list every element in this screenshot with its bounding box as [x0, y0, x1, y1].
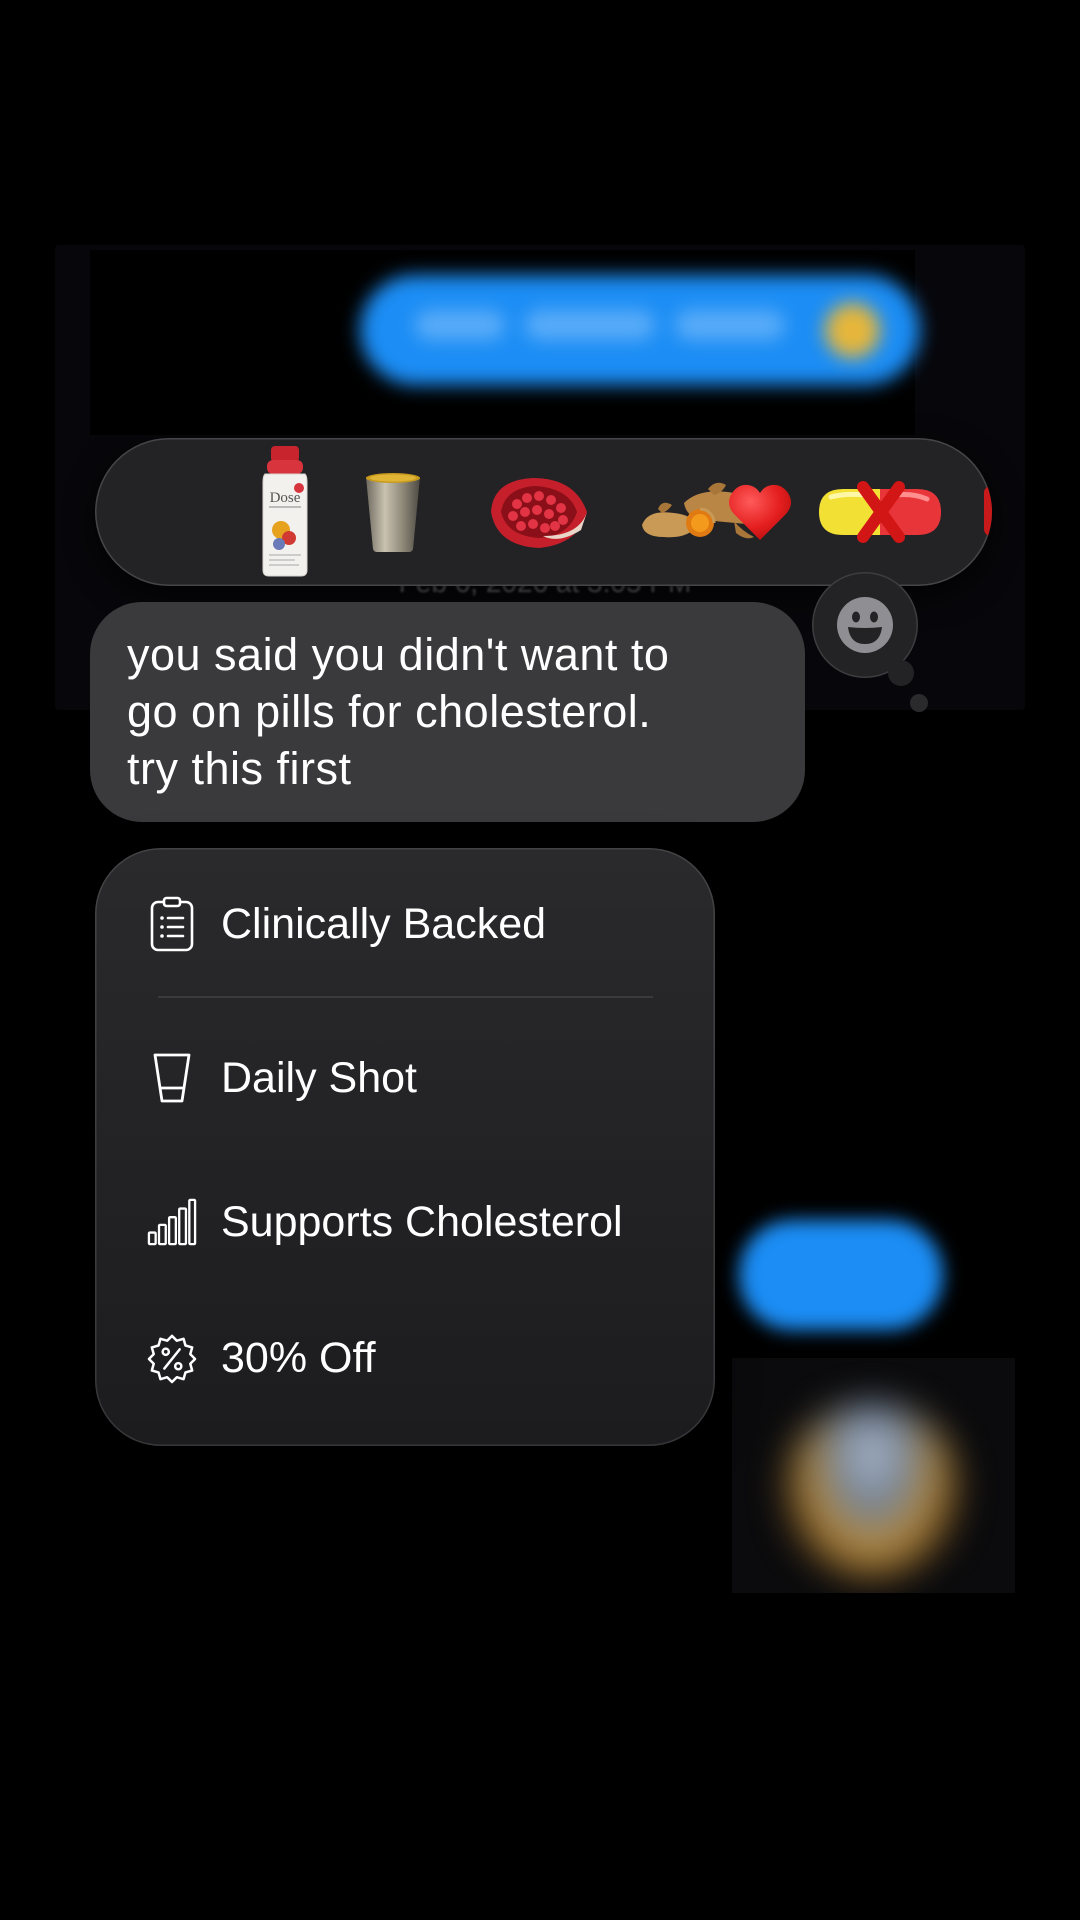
message-text: you said you didn't want to go on pills … — [127, 629, 670, 794]
shot-cup-icon[interactable] — [343, 438, 443, 586]
more-reactions-edge — [984, 486, 992, 536]
red-heart-icon[interactable] — [705, 438, 815, 586]
feature-clinically-backed: Clinically Backed — [147, 894, 546, 954]
percent-badge-icon — [147, 1330, 197, 1386]
reaction-tail-dot-small — [910, 694, 928, 712]
reaction-bar: Dose — [95, 438, 992, 586]
feature-divider — [158, 996, 653, 998]
received-message-bubble[interactable]: you said you didn't want to go on pills … — [90, 602, 805, 822]
blurred-sent-message — [360, 275, 920, 385]
product-feature-card: Clinically Backed Daily Shot Supports Ch… — [95, 848, 715, 1446]
pomegranate-icon[interactable] — [478, 438, 598, 586]
feature-supports-cholesterol: Supports Cholesterol — [147, 1192, 623, 1252]
clipboard-list-icon — [147, 896, 197, 952]
feature-label: Supports Cholesterol — [221, 1197, 623, 1246]
smiley-icon — [837, 597, 893, 653]
dose-bottle-brand: Dose — [270, 490, 301, 506]
feature-label: Clinically Backed — [221, 899, 547, 948]
signal-bars-icon — [147, 1194, 197, 1250]
blurred-sent-message-2 — [738, 1220, 943, 1330]
feature-label: 30% Off — [221, 1333, 376, 1382]
shot-glass-icon — [147, 1050, 197, 1106]
blurred-photo-attachment — [732, 1358, 1015, 1593]
reaction-tail-dot — [888, 660, 914, 686]
feature-daily-shot: Daily Shot — [147, 1048, 417, 1108]
feature-label: Daily Shot — [221, 1053, 417, 1102]
dose-bottle-icon[interactable]: Dose — [235, 438, 335, 586]
feature-30-off: 30% Off — [147, 1328, 376, 1388]
crossed-pill-icon[interactable] — [810, 438, 950, 586]
